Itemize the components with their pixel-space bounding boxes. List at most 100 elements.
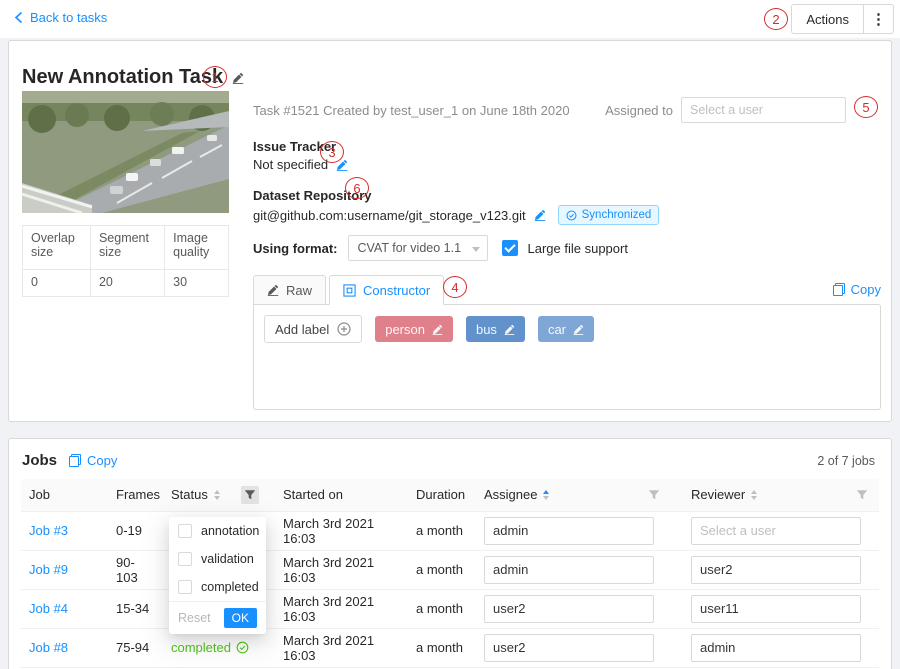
chevron-down-icon [472,247,480,252]
label-chip-bus[interactable]: bus [466,316,525,342]
job-link[interactable]: Job #9 [29,562,68,577]
reviewer-input[interactable] [691,517,861,545]
label-chip-car-name: car [548,322,566,337]
filter-option-completed[interactable]: completed [169,573,266,601]
annotation-marker-5: 5 [854,96,878,118]
param-header-segment: Segment size [90,226,164,270]
pencil-icon [267,284,279,296]
block-icon [343,284,356,297]
issue-tracker-label: Issue Tracker [253,139,881,154]
job-link[interactable]: Job #8 [29,640,68,655]
job-status: completed [171,640,249,655]
col-started-on: Started on [283,487,343,502]
job-duration: a month [416,601,463,616]
filter-ok-button[interactable]: OK [224,608,257,628]
annotation-marker-2: 2 [764,8,788,30]
col-frames: Frames [116,487,160,502]
format-select[interactable]: CVAT for video 1.1 [348,235,488,261]
param-header-overlap: Overlap size [23,226,91,270]
assigned-to-input[interactable] [681,97,846,123]
label-chip-person[interactable]: person [375,316,453,342]
job-started: March 3rd 2021 16:03 [283,633,374,663]
filter-option-validation[interactable]: validation [169,545,266,573]
sort-icon-status[interactable] [214,490,220,500]
assignee-input[interactable] [484,556,654,584]
large-file-label: Large file support [528,241,628,256]
job-row: Job #9 90-103 March 3rd 2021 16:03 a mon… [21,550,879,589]
job-started: March 3rd 2021 16:03 [283,516,374,546]
job-link[interactable]: Job #3 [29,523,68,538]
checkbox-completed[interactable] [178,580,192,594]
edit-repository-icon[interactable] [534,209,546,221]
job-frames: 75-94 [116,640,149,655]
param-value-segment: 20 [90,270,164,297]
large-file-checkbox[interactable] [502,240,518,256]
job-duration: a month [416,562,463,577]
jobs-table: Job Frames Status Started on [21,479,879,668]
edit-title-icon[interactable] [232,72,244,84]
checkbox-validation[interactable] [178,552,192,566]
more-actions-icon[interactable]: ⋮ [863,5,893,33]
copy-icon [833,283,845,296]
edit-label-icon[interactable] [573,324,584,335]
filter-icon-assignee[interactable] [645,486,663,504]
checkbox-annotation[interactable] [178,524,192,538]
copy-labels-link[interactable]: Copy [833,282,881,297]
repository-url[interactable]: git@github.com:username/git_storage_v123… [253,208,526,223]
jobs-card: Jobs Copy 2 of 7 jobs Job Frames [8,438,892,669]
task-info-column: Task #1521 Created by test_user_1 on Jun… [253,97,881,410]
tab-constructor-label: Constructor [363,283,430,298]
task-preview-image [22,91,229,213]
filter-option-validation-label: validation [201,552,254,566]
job-duration: a month [416,523,463,538]
status-filter-dropdown: annotation validation completed Reset OK [169,517,266,634]
sort-icon-assignee[interactable] [543,490,549,500]
job-duration: a month [416,640,463,655]
check-circle-icon [566,210,577,221]
job-row: Job #3 0-19 March 3rd 2021 16:03 a month [21,511,879,550]
assignee-input[interactable] [484,517,654,545]
sort-icon-reviewer[interactable] [751,490,757,500]
filter-icon-reviewer[interactable] [853,486,871,504]
job-started: March 3rd 2021 16:03 [283,594,374,624]
col-status[interactable]: Status [171,487,208,502]
label-chip-bus-name: bus [476,322,497,337]
back-to-tasks-link[interactable]: Back to tasks [14,10,107,25]
assignee-input[interactable] [484,634,654,662]
col-duration: Duration [416,487,465,502]
reviewer-input[interactable] [691,556,861,584]
job-link[interactable]: Job #4 [29,601,68,616]
reviewer-input[interactable] [691,634,861,662]
filter-option-annotation[interactable]: annotation [169,517,266,545]
filter-reset-button[interactable]: Reset [178,611,211,625]
annotation-marker-3: 3 [320,141,344,163]
annotation-marker-6: 6 [345,177,369,199]
format-select-value: CVAT for video 1.1 [358,241,462,255]
jobs-header-row: Job Frames Status Started on [21,479,879,511]
assignee-input[interactable] [484,595,654,623]
jobs-title: Jobs [22,452,57,469]
filter-icon-status[interactable] [241,486,259,504]
annotation-marker-4: 4 [443,276,467,298]
label-chip-car[interactable]: car [538,316,594,342]
tab-raw[interactable]: Raw [253,275,326,305]
edit-label-icon[interactable] [432,324,443,335]
reviewer-input[interactable] [691,595,861,623]
col-reviewer[interactable]: Reviewer [691,487,745,502]
edit-label-icon[interactable] [504,324,515,335]
tab-constructor[interactable]: Constructor [329,275,444,305]
add-label-button[interactable]: Add label [264,315,362,343]
param-header-quality: Image quality [165,226,229,270]
col-assignee[interactable]: Assignee [484,487,537,502]
param-value-overlap: 0 [23,270,91,297]
copy-jobs-link[interactable]: Copy [69,453,117,468]
sync-status-label: Synchronized [582,209,652,221]
actions-button-label[interactable]: Actions [792,5,863,33]
sync-status-badge: Synchronized [558,205,660,225]
actions-button[interactable]: Actions ⋮ [791,4,894,34]
job-frames: 15-34 [116,601,149,616]
job-frames: 0-19 [116,523,142,538]
jobs-count: 2 of 7 jobs [817,454,875,468]
plus-circle-icon [337,322,351,336]
filter-option-completed-label: completed [201,580,259,594]
